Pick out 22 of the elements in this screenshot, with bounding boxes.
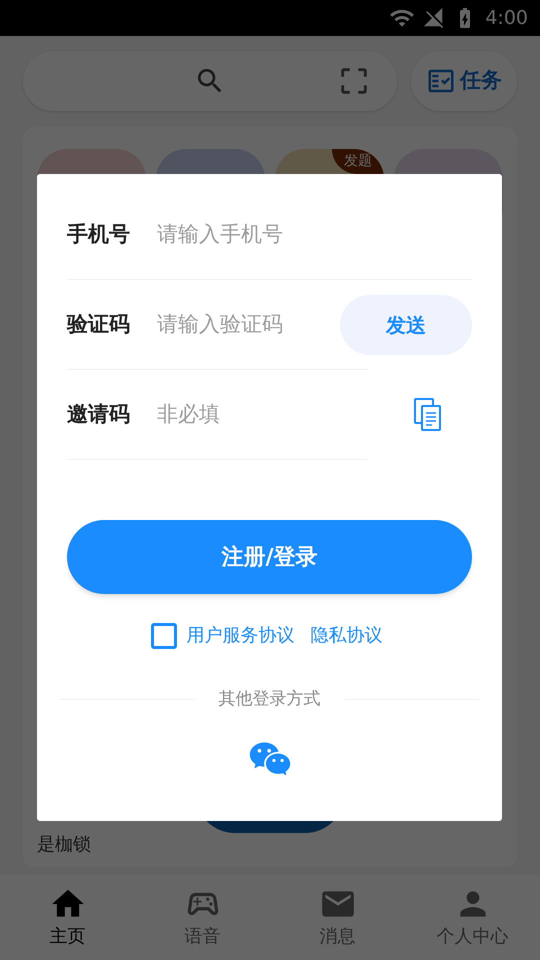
nav-tab[interactable]: 个人中心 (405, 885, 540, 950)
field-label: 邀请码 (67, 400, 131, 428)
field-label: 手机号 (67, 220, 131, 248)
nav-tab[interactable]: 消息 (270, 885, 405, 950)
task-button[interactable]: 任务 (411, 51, 517, 111)
register-login-button[interactable]: 注册/登录 (67, 520, 472, 594)
nav-tab[interactable]: 语音 (135, 885, 270, 950)
input-field[interactable]: 请输入手机号 (157, 218, 337, 250)
no-sim-icon (423, 7, 446, 29)
input-field[interactable]: 非必填 (157, 398, 337, 430)
send-code-button[interactable]: 发送 (340, 294, 472, 354)
agreement-checkbox[interactable] (150, 622, 176, 648)
input-field[interactable]: 请输入验证码 (157, 308, 337, 340)
nav-tab[interactable]: 主页 (0, 885, 135, 950)
agreement-link[interactable]: 隐私协议 (310, 622, 382, 649)
paste-icon[interactable] (414, 398, 442, 432)
app-badge: 发题 (332, 149, 384, 174)
card-text: 是枷锁 (37, 835, 92, 855)
field-label: 验证码 (67, 310, 131, 338)
clock: 4:00 (485, 6, 528, 31)
agreement-link[interactable]: 用户服务协议 (186, 622, 294, 649)
other-login-label: 其他登录方式 (218, 688, 322, 711)
